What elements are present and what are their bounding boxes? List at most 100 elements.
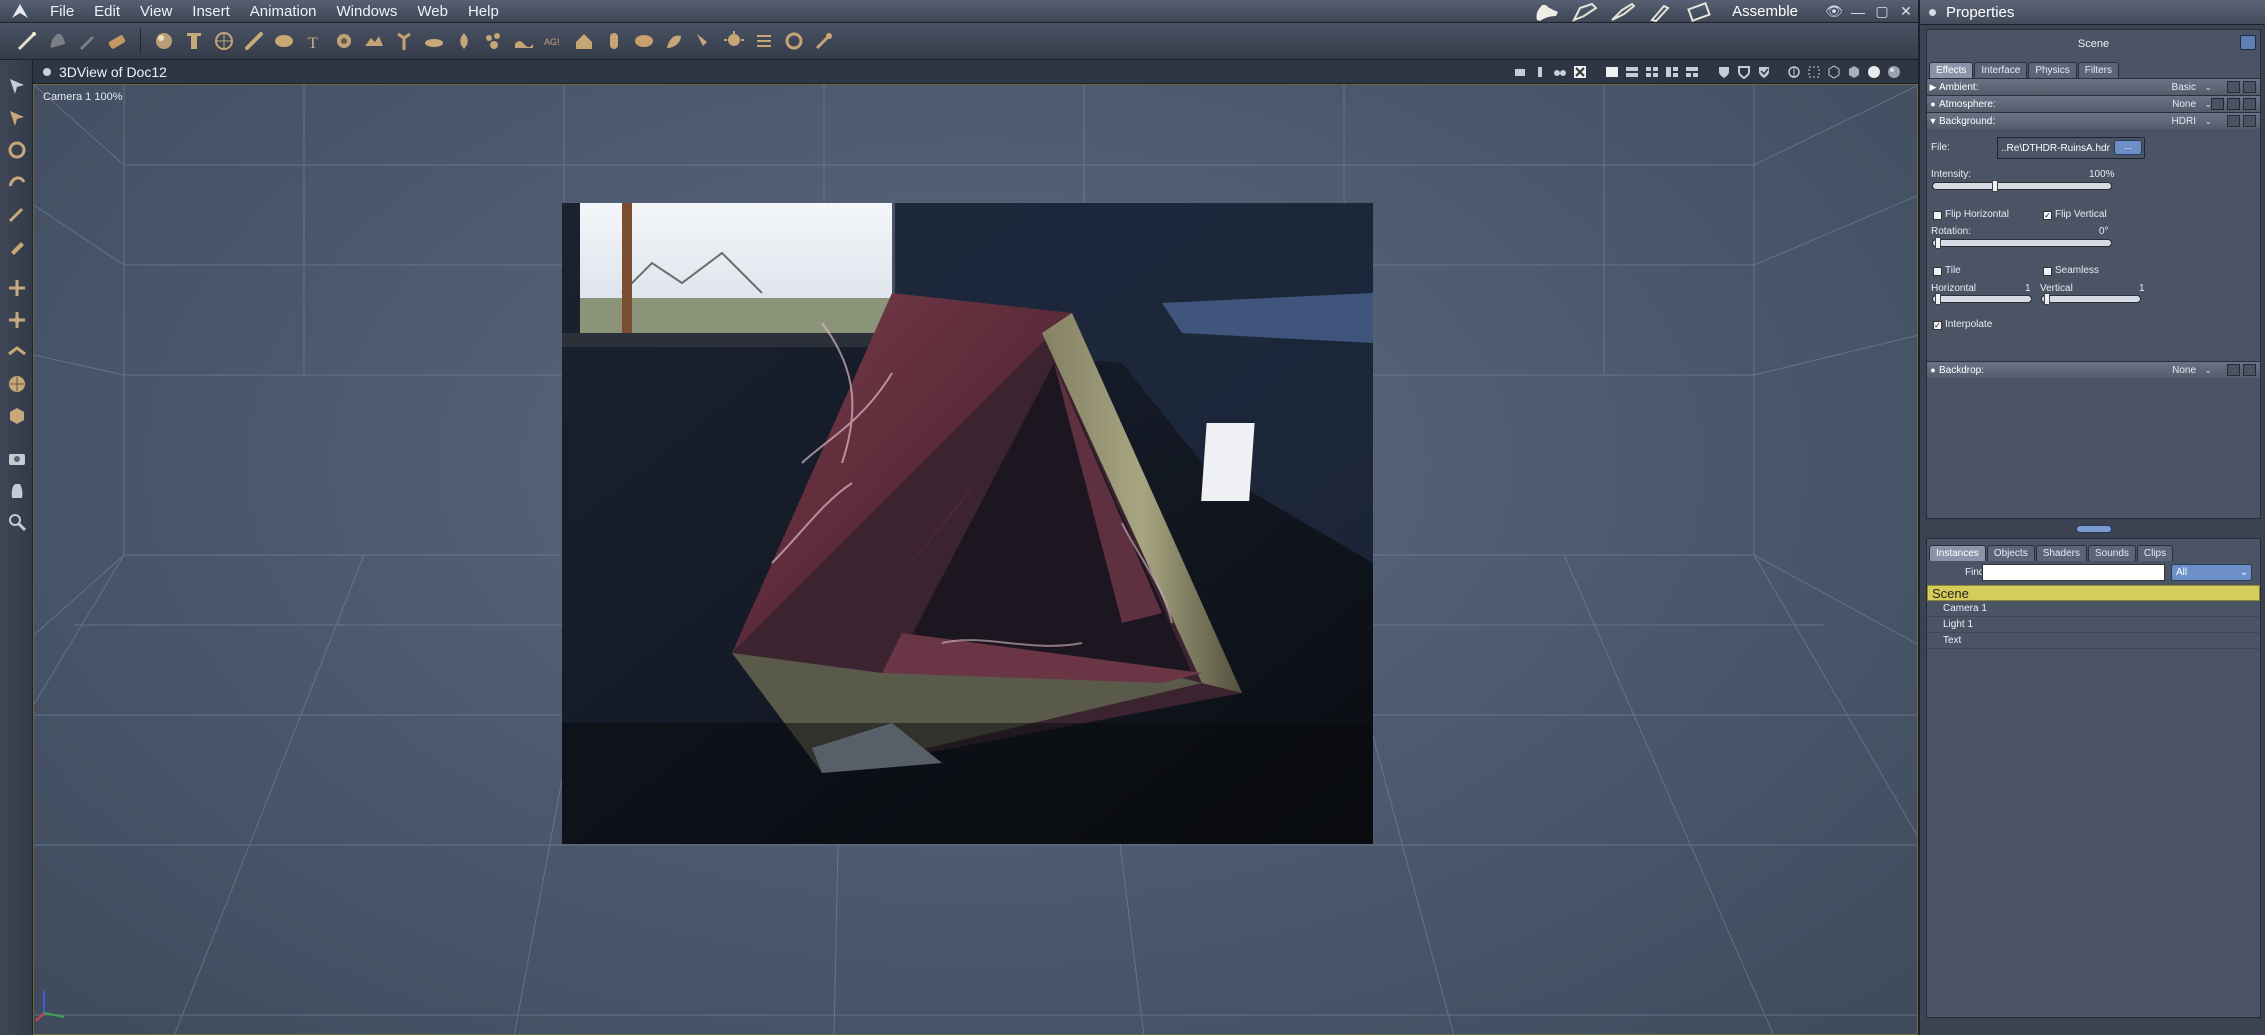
render-wand-icon[interactable]	[15, 29, 39, 53]
backdrop-save-icon[interactable]	[2243, 364, 2256, 376]
sculpt-icon[interactable]	[662, 29, 686, 53]
distant-light-icon[interactable]	[752, 29, 776, 53]
shield-c-icon[interactable]	[1755, 63, 1773, 81]
rotation-slider-knob[interactable]	[1935, 237, 1941, 249]
layout-split-horizontal-icon[interactable]	[1623, 63, 1641, 81]
scale-icon[interactable]	[0, 166, 33, 198]
track-icon[interactable]	[0, 400, 33, 432]
move-xz-icon[interactable]	[0, 304, 33, 336]
rotation-slider[interactable]	[1932, 237, 2112, 249]
browse-file-button[interactable]: ...	[2114, 140, 2142, 155]
rotate-icon[interactable]	[0, 134, 33, 166]
tab-interface[interactable]: Interface	[1974, 62, 2028, 78]
fire-icon[interactable]	[452, 29, 476, 53]
tree-item[interactable]: Light 1	[1927, 617, 2260, 633]
camera-select-icon[interactable]	[1511, 63, 1529, 81]
tab-sounds[interactable]: Sounds	[2087, 545, 2136, 561]
intensity-slider[interactable]	[1932, 180, 2112, 192]
bones-icon[interactable]	[242, 29, 266, 53]
tree-item[interactable]: Camera 1	[1927, 601, 2260, 617]
background-value[interactable]: HDRI	[2172, 116, 2196, 127]
chevron-down-icon[interactable]: ⌄	[2204, 116, 2212, 127]
atmosphere-section[interactable]: ● Atmosphere: None ⌄	[1927, 95, 2260, 112]
layout-wide-icon[interactable]	[1683, 63, 1701, 81]
flip-horizontal-checkbox[interactable]	[1933, 211, 1942, 220]
backdrop-value[interactable]: None	[2172, 365, 2196, 376]
cloud-icon[interactable]	[422, 29, 446, 53]
intensity-slider-knob[interactable]	[1992, 180, 1999, 192]
tab-filters[interactable]: Filters	[2077, 62, 2119, 78]
text-icon[interactable]: T	[302, 29, 326, 53]
atmosphere-preset-icon[interactable]	[2227, 98, 2240, 110]
tree-root-scene[interactable]: Scene	[1927, 585, 2260, 601]
tab-clips[interactable]: Clips	[2136, 545, 2174, 561]
house-icon[interactable]	[572, 29, 596, 53]
properties-menu-icon[interactable]	[1929, 8, 1936, 16]
figure-icon[interactable]	[182, 29, 206, 53]
maximize-icon[interactable]: ▢	[1870, 3, 1894, 20]
eyedropper-icon[interactable]	[0, 230, 33, 262]
filter-dropdown[interactable]: All ⌄	[2171, 564, 2252, 581]
backdrop-section[interactable]: ● Backdrop: None ⌄	[1927, 361, 2260, 378]
move-arrow-icon[interactable]	[0, 102, 33, 134]
shield-a-icon[interactable]	[1715, 63, 1733, 81]
textured-sphere-icon[interactable]	[1885, 63, 1903, 81]
menu-web[interactable]: Web	[407, 3, 458, 20]
smooth-shaded-sphere-icon[interactable]	[1865, 63, 1883, 81]
globe-icon[interactable]	[212, 29, 236, 53]
layout-quad-icon[interactable]	[1643, 63, 1661, 81]
3d-viewport[interactable]: Camera 1 100%	[33, 84, 1918, 1035]
model-room-icon[interactable]	[1570, 2, 1600, 22]
particles-icon[interactable]	[482, 29, 506, 53]
anything-grows-icon[interactable]: AG!	[542, 29, 566, 53]
background-preset-icon[interactable]	[2227, 115, 2240, 127]
tab-shaders[interactable]: Shaders	[2035, 545, 2087, 561]
ambient-section[interactable]: ▶ Ambient: Basic ⌄	[1927, 78, 2260, 95]
menu-animation[interactable]: Animation	[240, 3, 327, 20]
wireframe-cube-icon[interactable]	[1825, 63, 1843, 81]
ambient-preset-icon[interactable]	[2227, 81, 2240, 93]
zoom-magnifier-icon[interactable]	[0, 506, 33, 538]
layout-single-icon[interactable]	[1603, 63, 1621, 81]
camera-insert-icon[interactable]	[782, 29, 806, 53]
crosshair-icon[interactable]	[1571, 63, 1589, 81]
layout-three-icon[interactable]	[1663, 63, 1681, 81]
backdrop-preset-icon[interactable]	[2227, 364, 2240, 376]
tile-checkbox[interactable]	[1933, 267, 1942, 276]
horizontal-slider-knob[interactable]	[1935, 293, 1941, 305]
texture-room-icon[interactable]	[1646, 2, 1676, 22]
menu-edit[interactable]: Edit	[84, 3, 130, 20]
tree-item[interactable]: Text	[1927, 633, 2260, 649]
ambient-save-icon[interactable]	[2243, 81, 2256, 93]
target-helper-icon[interactable]	[812, 29, 836, 53]
find-input[interactable]	[1982, 564, 2165, 581]
menu-file[interactable]: File	[40, 3, 84, 20]
ocean-icon[interactable]	[512, 29, 536, 53]
hand-room-icon[interactable]	[1532, 2, 1562, 22]
tab-effects[interactable]: Effects	[1929, 62, 1974, 78]
atmosphere-save-icon[interactable]	[2243, 98, 2256, 110]
spotlight-icon[interactable]	[692, 29, 716, 53]
ambient-value[interactable]: Basic	[2172, 82, 2196, 93]
hdri-file-field[interactable]: ..Re\DTHDR-RuinsA.hdr ...	[1997, 137, 2145, 159]
virtual-trackball-icon[interactable]	[0, 368, 33, 400]
terrain-icon[interactable]	[362, 29, 386, 53]
menu-view[interactable]: View	[130, 3, 182, 20]
render-room-icon[interactable]	[1684, 1, 1714, 22]
background-section[interactable]: ▼ Background: HDRI ⌄	[1927, 112, 2260, 129]
eye-icon[interactable]: 👁	[1822, 3, 1846, 20]
wood-tool-icon[interactable]	[105, 29, 129, 53]
collapse-arrow-icon[interactable]: ▼	[1927, 116, 1939, 126]
expand-arrow-icon[interactable]: ▶	[1927, 82, 1939, 93]
menu-help[interactable]: Help	[458, 3, 509, 20]
move-yz-icon[interactable]	[0, 336, 33, 368]
vertex-object-icon[interactable]	[272, 29, 296, 53]
flip-vertical-checkbox[interactable]: ✓	[2043, 211, 2052, 220]
vertical-tile-slider[interactable]	[2041, 293, 2141, 305]
menu-windows[interactable]: Windows	[327, 3, 408, 20]
bulb-light-icon[interactable]	[722, 29, 746, 53]
camera-icon[interactable]	[0, 442, 33, 474]
background-save-icon[interactable]	[2243, 115, 2256, 127]
bounding-box-icon[interactable]	[1805, 63, 1823, 81]
shield-b-icon[interactable]	[1735, 63, 1753, 81]
